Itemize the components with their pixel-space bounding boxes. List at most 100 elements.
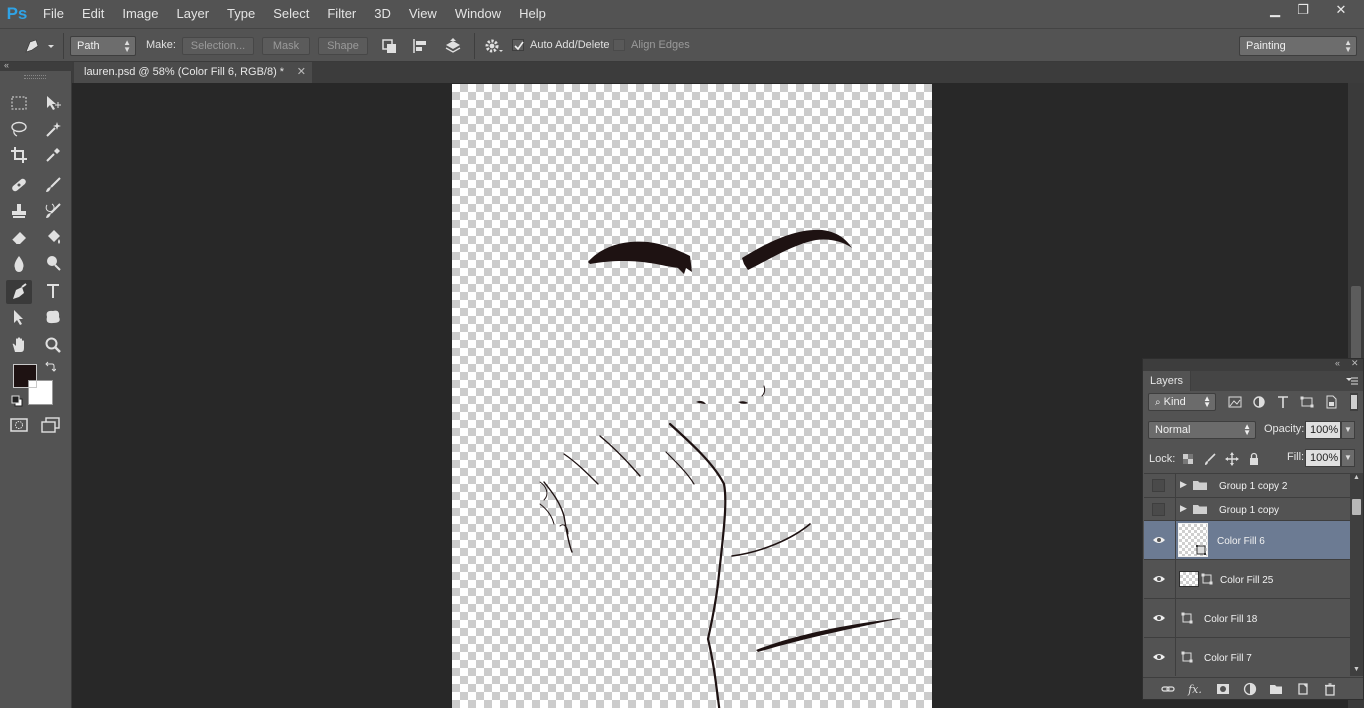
- layer-row-color-fill-6[interactable]: Color Fill 6: [1144, 520, 1350, 559]
- visibility-toggle[interactable]: [1152, 503, 1165, 516]
- screen-mode-icon[interactable]: [40, 414, 62, 436]
- expand-arrow-icon[interactable]: ▶: [1180, 503, 1187, 514]
- filter-smart-objects-icon[interactable]: [1323, 395, 1339, 409]
- delete-layer-icon[interactable]: [1323, 682, 1337, 696]
- eraser-tool-icon[interactable]: [8, 226, 30, 248]
- crop-tool-icon[interactable]: [8, 144, 30, 166]
- dodge-tool-icon[interactable]: [42, 252, 64, 274]
- menu-window[interactable]: Window: [446, 0, 510, 28]
- hand-tool-icon[interactable]: [8, 334, 30, 356]
- pen-tool-icon[interactable]: [6, 280, 32, 304]
- menu-help[interactable]: Help: [510, 0, 555, 28]
- swap-colors-icon[interactable]: [44, 361, 57, 373]
- new-adjustment-layer-icon[interactable]: [1243, 682, 1257, 696]
- make-shape-button[interactable]: Shape: [318, 37, 368, 55]
- fill-dropdown-icon[interactable]: ▼: [1341, 449, 1355, 467]
- workspace-select[interactable]: Painting ▲ ▼: [1239, 36, 1357, 56]
- lock-position-icon[interactable]: [1225, 452, 1239, 466]
- layer-row-group-1-copy[interactable]: ▶ Group 1 copy: [1144, 497, 1350, 520]
- filter-type-layers-icon[interactable]: [1275, 395, 1291, 409]
- tool-mode-select[interactable]: Path ▲ ▼: [70, 36, 136, 56]
- close-button[interactable]: ✕: [1324, 0, 1358, 20]
- menu-filter[interactable]: Filter: [318, 0, 365, 28]
- brush-tool-icon[interactable]: [42, 174, 64, 196]
- zoom-tool-icon[interactable]: [42, 334, 64, 356]
- magic-wand-tool-icon[interactable]: [42, 118, 64, 140]
- lock-all-icon[interactable]: [1247, 452, 1261, 466]
- blend-mode-select[interactable]: Normal ▲ ▼: [1148, 421, 1256, 439]
- restore-button[interactable]: ❐: [1288, 0, 1318, 20]
- collapse-panel-icon[interactable]: «: [1335, 358, 1340, 368]
- menu-type[interactable]: Type: [218, 0, 264, 28]
- quick-mask-icon[interactable]: [8, 414, 30, 436]
- document-canvas[interactable]: [452, 84, 932, 708]
- path-selection-tool-icon[interactable]: [8, 306, 30, 328]
- scrollbar-thumb[interactable]: [1351, 286, 1361, 366]
- layers-scrollbar[interactable]: ▲ ▼: [1350, 473, 1363, 676]
- eye-icon[interactable]: [1152, 611, 1166, 625]
- lock-transparent-pixels-icon[interactable]: [1181, 452, 1195, 466]
- minimize-button[interactable]: ▁: [1260, 0, 1290, 20]
- layer-row-group-1-copy-2[interactable]: ▶ Group 1 copy 2: [1144, 473, 1350, 497]
- auto-add-delete-checkbox[interactable]: [512, 39, 524, 51]
- opacity-input[interactable]: 100%: [1305, 421, 1341, 439]
- new-layer-icon[interactable]: [1296, 682, 1310, 696]
- clone-stamp-tool-icon[interactable]: [8, 200, 30, 222]
- filter-shape-layers-icon[interactable]: [1299, 395, 1315, 409]
- eye-icon[interactable]: [1152, 533, 1166, 547]
- filter-pixel-layers-icon[interactable]: [1227, 395, 1243, 409]
- tool-preset-picker[interactable]: [20, 36, 56, 56]
- layer-filter-select[interactable]: ⌕ Kind ▲ ▼: [1148, 393, 1216, 411]
- filter-adjustment-layers-icon[interactable]: [1251, 395, 1267, 409]
- fill-input[interactable]: 100%: [1305, 449, 1341, 467]
- scroll-up-icon[interactable]: ▲: [1353, 474, 1360, 481]
- menu-3d[interactable]: 3D: [365, 0, 400, 28]
- background-color-swatch[interactable]: [28, 380, 53, 405]
- make-selection-button[interactable]: Selection...: [182, 37, 254, 55]
- new-group-icon[interactable]: [1269, 682, 1283, 696]
- grip-icon[interactable]: [24, 75, 46, 79]
- close-panel-icon[interactable]: ✕: [1351, 358, 1359, 369]
- paint-bucket-tool-icon[interactable]: [42, 226, 64, 248]
- layer-style-fx-icon[interactable]: fx.: [1188, 682, 1202, 696]
- scroll-down-icon[interactable]: ▼: [1353, 666, 1360, 673]
- eyedropper-tool-icon[interactable]: [42, 144, 64, 166]
- eye-icon[interactable]: [1152, 572, 1166, 586]
- custom-shape-tool-icon[interactable]: [42, 306, 64, 328]
- layer-row-color-fill-18[interactable]: Color Fill 18: [1144, 598, 1350, 637]
- layer-row-color-fill-25[interactable]: Color Fill 25: [1144, 559, 1350, 598]
- document-tab[interactable]: lauren.psd @ 58% (Color Fill 6, RGB/8) *…: [74, 62, 312, 83]
- menu-edit[interactable]: Edit: [73, 0, 113, 28]
- path-arrangement-icon[interactable]: [442, 37, 464, 55]
- menu-select[interactable]: Select: [264, 0, 318, 28]
- filter-toggle[interactable]: [1350, 393, 1358, 411]
- type-tool-icon[interactable]: [42, 280, 64, 302]
- history-brush-tool-icon[interactable]: [42, 200, 64, 222]
- menu-image[interactable]: Image: [113, 0, 167, 28]
- menu-file[interactable]: File: [34, 0, 73, 28]
- default-colors-icon[interactable]: [11, 395, 23, 407]
- lock-image-pixels-icon[interactable]: [1203, 452, 1217, 466]
- healing-brush-tool-icon[interactable]: [8, 174, 30, 196]
- lasso-tool-icon[interactable]: [8, 118, 30, 140]
- menu-view[interactable]: View: [400, 0, 446, 28]
- marquee-tool-icon[interactable]: [8, 92, 30, 114]
- blur-tool-icon[interactable]: [8, 252, 30, 274]
- close-tab-icon[interactable]: ✕: [297, 62, 306, 83]
- layer-row-color-fill-7[interactable]: Color Fill 7: [1144, 637, 1350, 676]
- expand-arrow-icon[interactable]: ▶: [1180, 479, 1187, 490]
- panel-menu-icon[interactable]: [1345, 375, 1359, 387]
- scrollbar-thumb[interactable]: [1352, 499, 1361, 515]
- link-layers-icon[interactable]: [1161, 682, 1175, 696]
- align-edges-checkbox[interactable]: [613, 39, 625, 51]
- collapse-icon[interactable]: «: [4, 60, 9, 70]
- move-tool-icon[interactable]: [42, 92, 64, 114]
- layers-tab[interactable]: Layers: [1143, 371, 1191, 391]
- path-alignment-icon[interactable]: [410, 37, 430, 55]
- make-mask-button[interactable]: Mask: [262, 37, 310, 55]
- gear-icon[interactable]: [482, 37, 504, 55]
- opacity-dropdown-icon[interactable]: ▼: [1341, 421, 1355, 439]
- visibility-toggle[interactable]: [1152, 479, 1165, 492]
- path-operations-icon[interactable]: [380, 37, 400, 55]
- menu-layer[interactable]: Layer: [168, 0, 219, 28]
